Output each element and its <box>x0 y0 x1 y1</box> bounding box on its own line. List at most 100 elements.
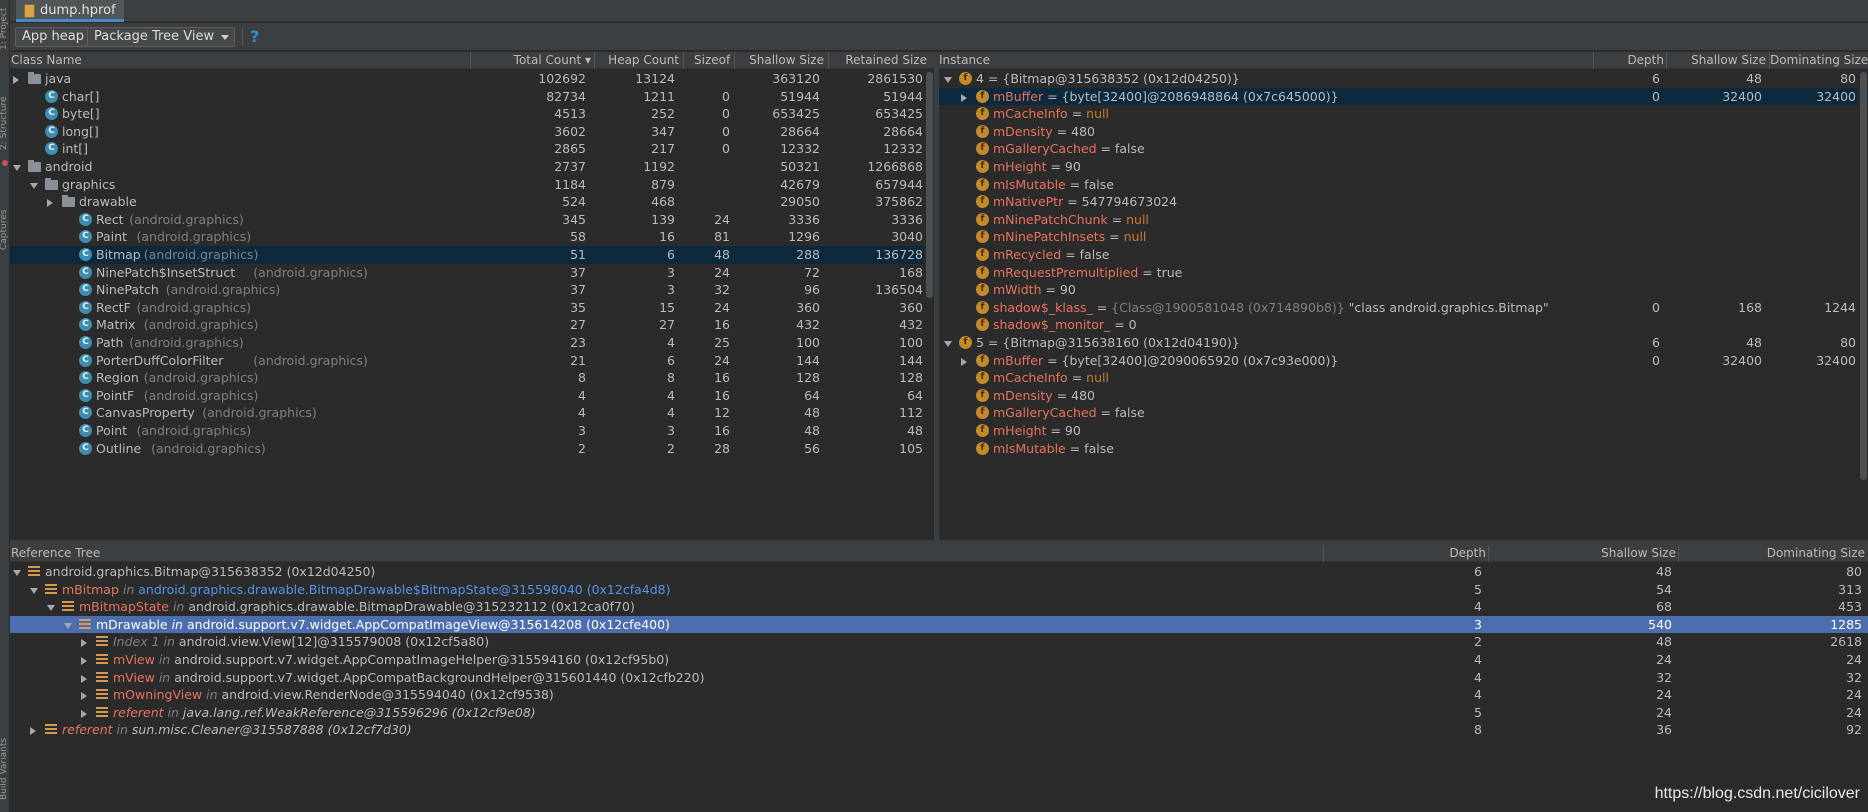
reference-row[interactable]: mBitmap in android.graphics.drawable.Bit… <box>10 581 1868 599</box>
col-dominating-size[interactable]: Dominating Size <box>1770 53 1868 67</box>
reference-row[interactable]: mView in android.support.v7.widget.AppCo… <box>10 651 1868 669</box>
class-row[interactable]: Cchar[] 82734 1211 0 51944 51944 <box>10 88 924 106</box>
class-row[interactable]: C NinePatch (android.graphics) 37 3 32 96 13650… <box>10 281 924 299</box>
collapse-arrow-icon[interactable] <box>13 570 21 576</box>
col-shallow-size[interactable]: Shallow Size <box>1667 53 1766 67</box>
reference-row[interactable]: mView in android.support.v7.widget.AppCo… <box>10 669 1868 687</box>
col-instance[interactable]: Instance <box>939 53 990 67</box>
expand-arrow-icon[interactable] <box>13 76 19 84</box>
class-row[interactable]: C Outline (android.graphics) 2 2 28 56 105 <box>10 440 924 458</box>
instance-row[interactable]: f shadow$_monitor_ = 0 <box>939 316 1858 334</box>
expand-arrow-icon[interactable] <box>961 357 967 366</box>
instance-row[interactable]: f mCacheInfo = null <box>939 369 1858 387</box>
class-name: char[] <box>62 88 100 104</box>
shallow-size: 24 <box>1656 687 1672 703</box>
instance-row[interactable]: f mHeight = 90 <box>939 158 1858 176</box>
collapse-arrow-icon[interactable] <box>47 605 55 612</box>
instance-row[interactable]: f 5 = {Bitmap@315638160 (0x12d04190)} 6 48 8… <box>939 334 1858 352</box>
reference-row[interactable]: Index 1 in android.view.View[12]@3155790… <box>10 633 1868 651</box>
class-row[interactable]: C Path (android.graphics) 23 4 25 100 100 <box>10 334 924 352</box>
class-row[interactable]: C PorterDuffColorFilter (android.graphics)… <box>10 352 924 370</box>
instance-row[interactable]: f mGalleryCached = false <box>939 140 1858 158</box>
build-variants-tool-tab[interactable]: Build Variants <box>0 738 9 800</box>
collapse-arrow-icon[interactable] <box>30 182 38 189</box>
expand-arrow-icon[interactable] <box>47 199 53 208</box>
reference-row[interactable]: mBitmapState in android.graphics.drawabl… <box>10 598 1868 616</box>
reference-row[interactable]: referent in java.lang.ref.WeakReference@… <box>10 704 1868 722</box>
instance-row[interactable]: f 4 = {Bitmap@315638352 (0x12d04250)} 6 48 8… <box>939 70 1858 88</box>
collapse-arrow-icon[interactable] <box>944 77 952 83</box>
expand-arrow-icon[interactable] <box>81 692 87 701</box>
expand-arrow-icon[interactable] <box>30 727 36 736</box>
col-dominating-size[interactable]: Dominating Size <box>1679 546 1865 560</box>
class-row[interactable]: C Bitmap (android.graphics) 51 6 48 288 136728 <box>10 246 924 264</box>
expand-arrow-icon[interactable] <box>81 709 87 718</box>
class-row[interactable]: Clong[] 3602 347 0 28664 28664 <box>10 123 924 141</box>
collapse-arrow-icon[interactable] <box>64 622 72 629</box>
col-shallow-size[interactable]: Shallow Size <box>735 53 824 67</box>
instance-row[interactable]: f mWidth = 90 <box>939 281 1858 299</box>
class-row[interactable]: C PointF (android.graphics) 4 4 16 64 64 <box>10 387 924 405</box>
instance-row[interactable]: f mDensity = 480 <box>939 387 1858 405</box>
help-icon[interactable]: ? <box>250 27 259 46</box>
class-row[interactable]: C NinePatch$InsetStruct (android.graphics)… <box>10 264 924 282</box>
col-heap-count[interactable]: Heap Count <box>595 53 679 67</box>
class-row[interactable]: C Paint (android.graphics) 58 16 81 1296 3040 <box>10 228 924 246</box>
expand-arrow-icon[interactable] <box>961 93 967 102</box>
instance-row[interactable]: f mRequestPremultiplied = true <box>939 264 1858 282</box>
expand-arrow-icon[interactable] <box>81 639 87 648</box>
class-row[interactable]: drawable 524 468 29050 375862 <box>10 193 924 211</box>
instance-row[interactable]: f mRecycled = false <box>939 246 1858 264</box>
reference-row[interactable]: referent in sun.misc.Cleaner@315587888 (… <box>10 721 1868 739</box>
class-table-scrollbar[interactable] <box>926 72 933 298</box>
col-sizeof[interactable]: Sizeof <box>694 53 730 67</box>
instance-row[interactable]: f mIsMutable = false <box>939 440 1858 458</box>
instance-row[interactable]: f mHeight = 90 <box>939 422 1858 440</box>
instance-row[interactable]: f shadow$_klass_ = {Class@1900581048 (0x7… <box>939 299 1858 317</box>
shallow-size: 363120 <box>772 71 820 86</box>
col-depth[interactable]: Depth <box>1324 546 1486 560</box>
col-retained-size[interactable]: Retained Size <box>829 53 927 67</box>
class-row[interactable]: Cint[] 2865 217 0 12332 12332 <box>10 140 924 158</box>
collapse-arrow-icon[interactable] <box>944 341 952 347</box>
instance-label-part: 5 = {Bitmap@315638160 (0x12d04190)} <box>976 335 1240 350</box>
captures-tool-tab[interactable]: Captures <box>0 210 9 250</box>
project-tool-tab[interactable]: 1: Project <box>0 8 9 50</box>
instance-row[interactable]: f mIsMutable = false <box>939 176 1858 194</box>
instance-row[interactable]: f mGalleryCached = false <box>939 404 1858 422</box>
structure-tool-tab[interactable]: 2: Structure <box>0 97 9 151</box>
col-depth[interactable]: Depth <box>1594 53 1664 67</box>
class-row[interactable]: C CanvasProperty (android.graphics) 4 4 12 48 1… <box>10 404 924 422</box>
expand-arrow-icon[interactable] <box>81 657 87 665</box>
expand-arrow-icon[interactable] <box>81 674 87 683</box>
class-row[interactable]: C RectF (android.graphics) 35 15 24 360 360 <box>10 299 924 317</box>
instance-row[interactable]: f mNinePatchInsets = null <box>939 228 1858 246</box>
class-row[interactable]: Cbyte[] 4513 252 0 653425 653425 <box>10 105 924 123</box>
class-row[interactable]: C Point (android.graphics) 3 3 16 48 48 <box>10 422 924 440</box>
class-row[interactable]: graphics 1184 879 42679 657944 <box>10 176 924 194</box>
class-row[interactable]: C Region (android.graphics) 8 8 16 128 128 <box>10 369 924 387</box>
col-shallow-size[interactable]: Shallow Size <box>1489 546 1676 560</box>
collapse-arrow-icon[interactable] <box>30 587 38 594</box>
collapse-arrow-icon[interactable] <box>13 165 21 171</box>
class-row[interactable]: C Matrix (android.graphics) 27 27 16 432 432 <box>10 316 924 334</box>
instance-row[interactable]: f mCacheInfo = null <box>939 105 1858 123</box>
instance-row[interactable]: f mBuffer = {byte[32400]@2090065920 (0x7c… <box>939 352 1858 370</box>
class-row[interactable]: java 102692 13124 363120 2861530 <box>10 70 924 88</box>
reference-row[interactable]: mDrawable in android.support.v7.widget.A… <box>10 615 1868 634</box>
instance-row[interactable]: f mNativePtr = 547794673024 <box>939 193 1858 211</box>
instance-row[interactable]: f mNinePatchChunk = null <box>939 211 1858 229</box>
view-mode-select[interactable]: Package Tree View <box>87 27 236 47</box>
instance-row[interactable]: f mBuffer = {byte[32400]@2086948864 (0x7c… <box>939 87 1858 106</box>
instance-row[interactable]: f mDensity = 480 <box>939 123 1858 141</box>
class-row[interactable]: android 2737 1192 50321 1266868 <box>10 158 924 176</box>
reference-row[interactable]: android.graphics.Bitmap@315638352 (0x12d… <box>10 563 1868 581</box>
col-reference-tree[interactable]: Reference Tree <box>11 546 100 560</box>
col-class-name[interactable]: Class Name <box>11 53 82 67</box>
retained-size: 136504 <box>875 282 923 298</box>
reference-row[interactable]: mOwningView in android.view.RenderNode@3… <box>10 686 1868 704</box>
col-total-count[interactable]: Total Count ▾ <box>471 53 591 67</box>
instance-table-scrollbar[interactable] <box>1860 72 1867 480</box>
file-tab[interactable]: dump.hprof <box>16 0 124 22</box>
class-row[interactable]: C Rect (android.graphics) 345 139 24 3336 3336 <box>10 211 924 229</box>
